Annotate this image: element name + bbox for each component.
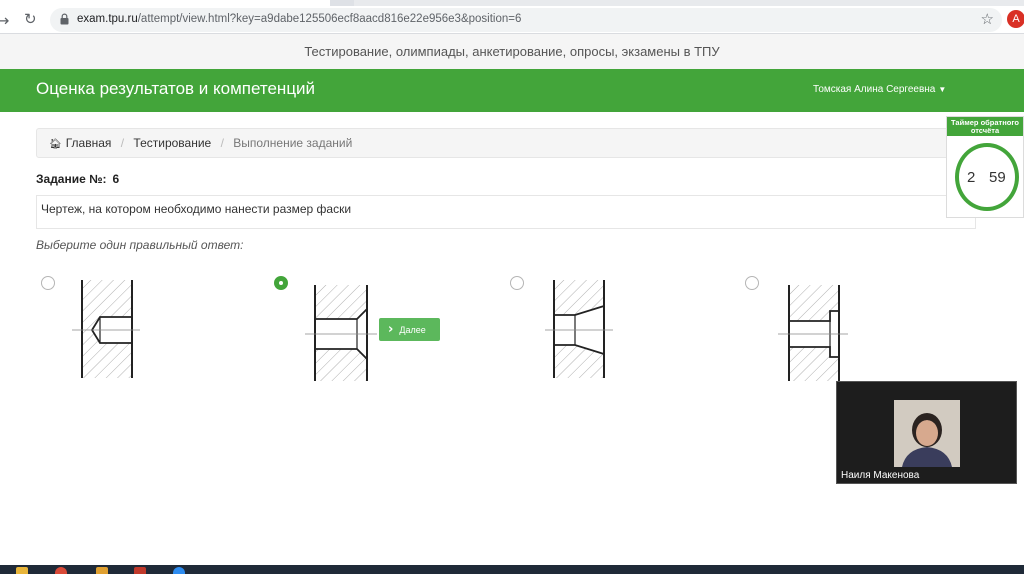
answer-drawing-1[interactable] <box>70 278 140 380</box>
answer-radio-2[interactable] <box>274 276 288 290</box>
answer-drawing-2[interactable] <box>305 283 377 383</box>
reload-icon[interactable]: ↻ <box>24 10 37 28</box>
url-field[interactable]: exam.tpu.ru/attempt/view.html?key=a9dabe… <box>50 8 1002 32</box>
breadcrumb-separator: / <box>220 136 224 150</box>
url-host: exam.tpu.ru <box>77 13 138 25</box>
taskbar-app-icon[interactable] <box>134 567 146 574</box>
taskbar-app-icon[interactable] <box>173 567 185 574</box>
task-number: Задание №: 6 <box>36 172 119 186</box>
breadcrumb: 🏠︎ Главная / Тестирование / Выполнение за… <box>36 128 974 158</box>
home-icon: 🏠︎ <box>49 139 62 150</box>
breadcrumb-testing[interactable]: Тестирование <box>133 136 211 150</box>
timer-seconds: 59 <box>989 169 1006 186</box>
answer-prompt: Выберите один правильный ответ: <box>36 238 244 252</box>
site-brand[interactable]: Оценка результатов и компетенций <box>36 79 315 99</box>
taskbar-app-icon[interactable] <box>96 567 108 574</box>
task-label: Задание №: <box>36 172 107 186</box>
back-arrow-icon[interactable]: → <box>0 11 9 30</box>
participant-video <box>894 400 960 467</box>
countdown-timer: Таймер обратного отсчёта <box>946 116 1024 218</box>
user-name: Томская Алина Сергеевна <box>813 84 936 95</box>
answer-drawing-4[interactable] <box>778 283 848 383</box>
star-icon[interactable]: ☆ <box>981 10 994 28</box>
question-text: Чертеж, на котором необходимо нанести ра… <box>36 195 976 229</box>
answer-radio-3[interactable] <box>510 276 524 290</box>
site-tagline: Тестирование, олимпиады, анкетирование, … <box>0 34 1024 70</box>
profile-avatar[interactable]: A <box>1007 10 1024 28</box>
breadcrumb-home[interactable]: Главная <box>66 136 112 150</box>
caret-down-icon: ▼ <box>938 84 947 94</box>
os-taskbar <box>0 565 1024 574</box>
participant-name: Наиля Макенова <box>841 470 920 481</box>
answer-drawing-3[interactable] <box>543 278 615 380</box>
timer-title: Таймер обратного отсчёта <box>947 117 1023 136</box>
url-text: exam.tpu.ru/attempt/view.html?key=a9dabe… <box>77 13 521 25</box>
breadcrumb-separator: / <box>120 136 125 150</box>
breadcrumb-current: Выполнение заданий <box>233 136 353 150</box>
answer-radio-1[interactable] <box>41 276 55 290</box>
address-bar: → ↻ exam.tpu.ru/attempt/view.html?key=a9… <box>0 6 1024 34</box>
user-menu[interactable]: Томская Алина Сергеевна ▼ <box>813 84 946 95</box>
timer-minutes: 2 <box>967 169 976 186</box>
taskbar-chrome-icon[interactable] <box>55 567 67 574</box>
lock-icon <box>60 13 69 25</box>
url-path: /attempt/view.html?key=a9dabe125506ecf8a… <box>137 13 522 25</box>
answer-radio-4[interactable] <box>745 276 759 290</box>
video-call-window[interactable]: Наиля Макенова <box>836 381 1017 484</box>
task-number-value: 6 <box>112 172 120 186</box>
timer-ring <box>955 143 1019 211</box>
next-button[interactable]: › Далее <box>379 318 440 341</box>
site-navbar: Оценка результатов и компетенций Томская… <box>0 69 1024 112</box>
chevron-right-icon: › <box>388 322 394 337</box>
taskbar-folder-icon[interactable] <box>16 567 28 574</box>
next-button-label: Далее <box>399 325 426 335</box>
